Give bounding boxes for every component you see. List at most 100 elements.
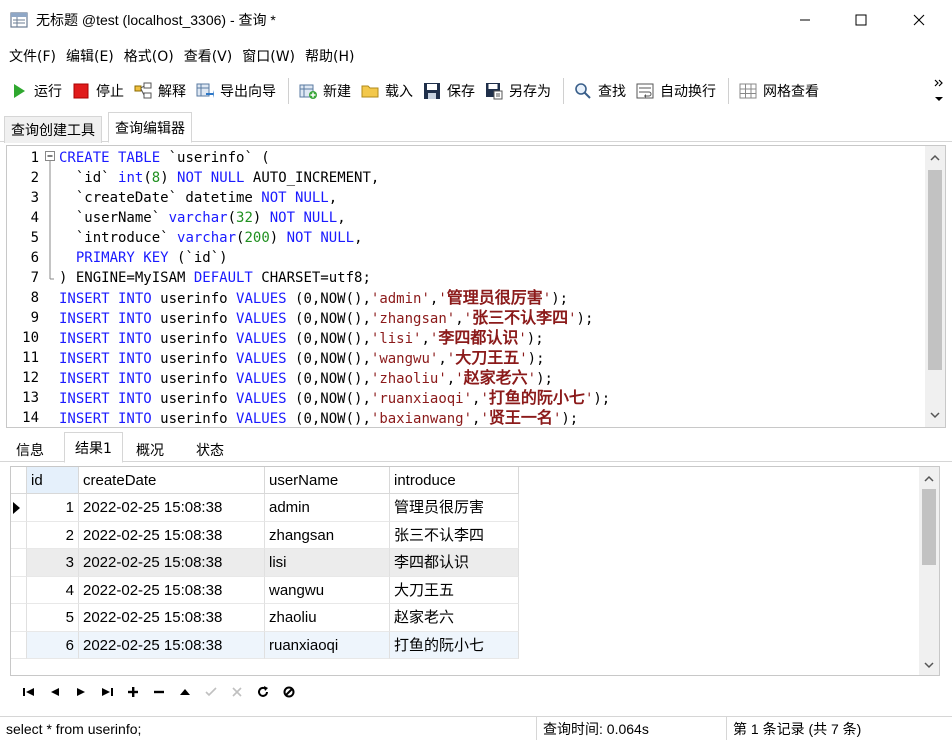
menu-help[interactable]: 帮助(H) xyxy=(300,46,359,66)
tab-result1[interactable]: 结果1 xyxy=(64,432,123,463)
column-header-createDate[interactable]: createDate xyxy=(79,467,265,494)
cell-createDate[interactable]: 2022-02-25 15:08:38 xyxy=(79,494,265,522)
tab-profile[interactable]: 概况 xyxy=(126,436,174,463)
code-token: `userName` xyxy=(59,210,169,226)
cell-userName[interactable]: admin xyxy=(265,494,390,522)
export-wizard-button[interactable]: 导出向导 xyxy=(192,76,282,106)
cell-id[interactable]: 6 xyxy=(27,631,79,659)
stop-button[interactable]: 停止 xyxy=(68,76,130,106)
column-header-userName[interactable]: userName xyxy=(265,467,390,494)
grid-vertical-scrollbar[interactable] xyxy=(919,467,939,675)
cell-createDate[interactable]: 2022-02-25 15:08:38 xyxy=(79,631,265,659)
code-token: (0,NOW(), xyxy=(286,411,371,427)
last-record-button[interactable] xyxy=(94,681,120,703)
editor-scroll-thumb[interactable] xyxy=(928,170,942,370)
play-icon xyxy=(14,84,25,98)
row-indicator[interactable] xyxy=(11,494,27,522)
menu-view[interactable]: 查看(V) xyxy=(179,46,238,66)
run-button[interactable]: 运行 xyxy=(6,76,68,106)
menu-edit[interactable]: 编辑(E) xyxy=(61,46,119,66)
grid-scroll-thumb[interactable] xyxy=(922,489,936,565)
tab-info[interactable]: 信息 xyxy=(6,436,54,463)
menu-file[interactable]: 文件(F) xyxy=(4,46,61,66)
explain-button[interactable]: 解释 xyxy=(130,76,192,106)
code-token: 'lisi' xyxy=(370,331,422,347)
next-record-button[interactable] xyxy=(68,681,94,703)
code-token: 'admin' xyxy=(370,291,430,307)
cell-id[interactable]: 5 xyxy=(27,604,79,632)
minimize-button[interactable] xyxy=(782,0,828,40)
toolbar-separator xyxy=(728,78,729,104)
cell-createDate[interactable]: 2022-02-25 15:08:38 xyxy=(79,576,265,604)
table-row[interactable]: 6 2022-02-25 15:08:38 ruanxiaoqi 打鱼的阮小七 xyxy=(11,631,519,659)
cell-introduce[interactable]: 打鱼的阮小七 xyxy=(390,631,519,659)
cell-id[interactable]: 2 xyxy=(27,521,79,549)
menu-window[interactable]: 窗口(W) xyxy=(237,46,300,66)
code-area[interactable]: CREATE TABLE `userinfo` ( `id` int(8) NO… xyxy=(59,146,925,427)
cell-userName[interactable]: zhaoliu xyxy=(265,604,390,632)
first-record-button[interactable] xyxy=(16,681,42,703)
row-indicator[interactable] xyxy=(11,604,27,632)
stop-fetch-button[interactable] xyxy=(276,681,302,703)
cell-userName[interactable]: zhangsan xyxy=(265,521,390,549)
table-row[interactable]: 3 2022-02-25 15:08:38 lisi 李四都认识 xyxy=(11,549,519,577)
query-window-icon xyxy=(10,12,28,28)
column-header-id[interactable]: id xyxy=(27,467,79,494)
table-row[interactable]: 1 2022-02-25 15:08:38 admin 管理员很厉害 xyxy=(11,494,519,522)
find-button[interactable]: 查找 xyxy=(570,76,632,106)
save-as-button[interactable]: 另存为 xyxy=(481,76,557,106)
cell-createDate[interactable]: 2022-02-25 15:08:38 xyxy=(79,604,265,632)
cell-introduce[interactable]: 管理员很厉害 xyxy=(390,494,519,522)
load-button[interactable]: 载入 xyxy=(357,76,419,106)
row-indicator[interactable] xyxy=(11,631,27,659)
cell-introduce[interactable]: 李四都认识 xyxy=(390,549,519,577)
prev-record-button[interactable] xyxy=(42,681,68,703)
edit-record-button[interactable] xyxy=(172,681,198,703)
cell-id[interactable]: 4 xyxy=(27,576,79,604)
editor-vertical-scrollbar[interactable] xyxy=(925,146,945,427)
scroll-down-icon[interactable] xyxy=(923,659,935,671)
cell-introduce[interactable]: 赵家老六 xyxy=(390,604,519,632)
tab-status[interactable]: 状态 xyxy=(186,436,234,463)
refresh-button[interactable] xyxy=(250,681,276,703)
tab-query-editor[interactable]: 查询编辑器 xyxy=(108,112,192,143)
discard-changes-button xyxy=(224,681,250,703)
table-row[interactable]: 2 2022-02-25 15:08:38 zhangsan 张三不认李四 xyxy=(11,521,519,549)
delete-record-button[interactable] xyxy=(146,681,172,703)
code-token: NOT NULL xyxy=(286,230,355,246)
new-button[interactable]: 新建 xyxy=(295,76,357,106)
maximize-button[interactable] xyxy=(838,0,884,40)
tab-query-builder[interactable]: 查询创建工具 xyxy=(4,116,102,143)
column-header-introduce[interactable]: introduce xyxy=(390,467,519,494)
cell-introduce[interactable]: 大刀王五 xyxy=(390,576,519,604)
cell-userName[interactable]: wangwu xyxy=(265,576,390,604)
row-indicator[interactable] xyxy=(11,576,27,604)
code-token: ' xyxy=(519,351,528,367)
toolbar-overflow-icon[interactable] xyxy=(932,76,946,106)
scroll-up-icon[interactable] xyxy=(923,473,935,485)
close-button[interactable] xyxy=(896,0,942,40)
cell-createDate[interactable]: 2022-02-25 15:08:38 xyxy=(79,521,265,549)
cell-userName[interactable]: lisi xyxy=(265,549,390,577)
cell-userName[interactable]: ruanxiaoqi xyxy=(265,631,390,659)
cell-id[interactable]: 1 xyxy=(27,494,79,522)
add-record-button[interactable] xyxy=(120,681,146,703)
result-grid[interactable]: id createDate userName introduce 1 2022-0… xyxy=(10,466,940,676)
scroll-down-icon[interactable] xyxy=(929,409,941,421)
row-indicator[interactable] xyxy=(11,549,27,577)
menu-format[interactable]: 格式(O) xyxy=(119,46,179,66)
grid-view-button[interactable]: 网格查看 xyxy=(735,76,825,106)
cell-createDate[interactable]: 2022-02-25 15:08:38 xyxy=(79,549,265,577)
code-token: INSERT INTO xyxy=(59,291,152,307)
sql-editor[interactable]: 1 2 3 4 5 6 7 8 9 10 11 12 13 14 CREATE TABLE `userin… xyxy=(6,145,946,428)
row-indicator[interactable] xyxy=(11,521,27,549)
explain-label: 解释 xyxy=(158,84,186,100)
table-row[interactable]: 4 2022-02-25 15:08:38 wangwu 大刀王五 xyxy=(11,576,519,604)
fold-marker-icon[interactable] xyxy=(45,151,55,291)
table-row[interactable]: 5 2022-02-25 15:08:38 zhaoliu 赵家老六 xyxy=(11,604,519,632)
cell-id[interactable]: 3 xyxy=(27,549,79,577)
save-button[interactable]: 保存 xyxy=(419,76,481,106)
cell-introduce[interactable]: 张三不认李四 xyxy=(390,521,519,549)
scroll-up-icon[interactable] xyxy=(929,152,941,164)
word-wrap-button[interactable]: 自动换行 xyxy=(632,76,722,106)
